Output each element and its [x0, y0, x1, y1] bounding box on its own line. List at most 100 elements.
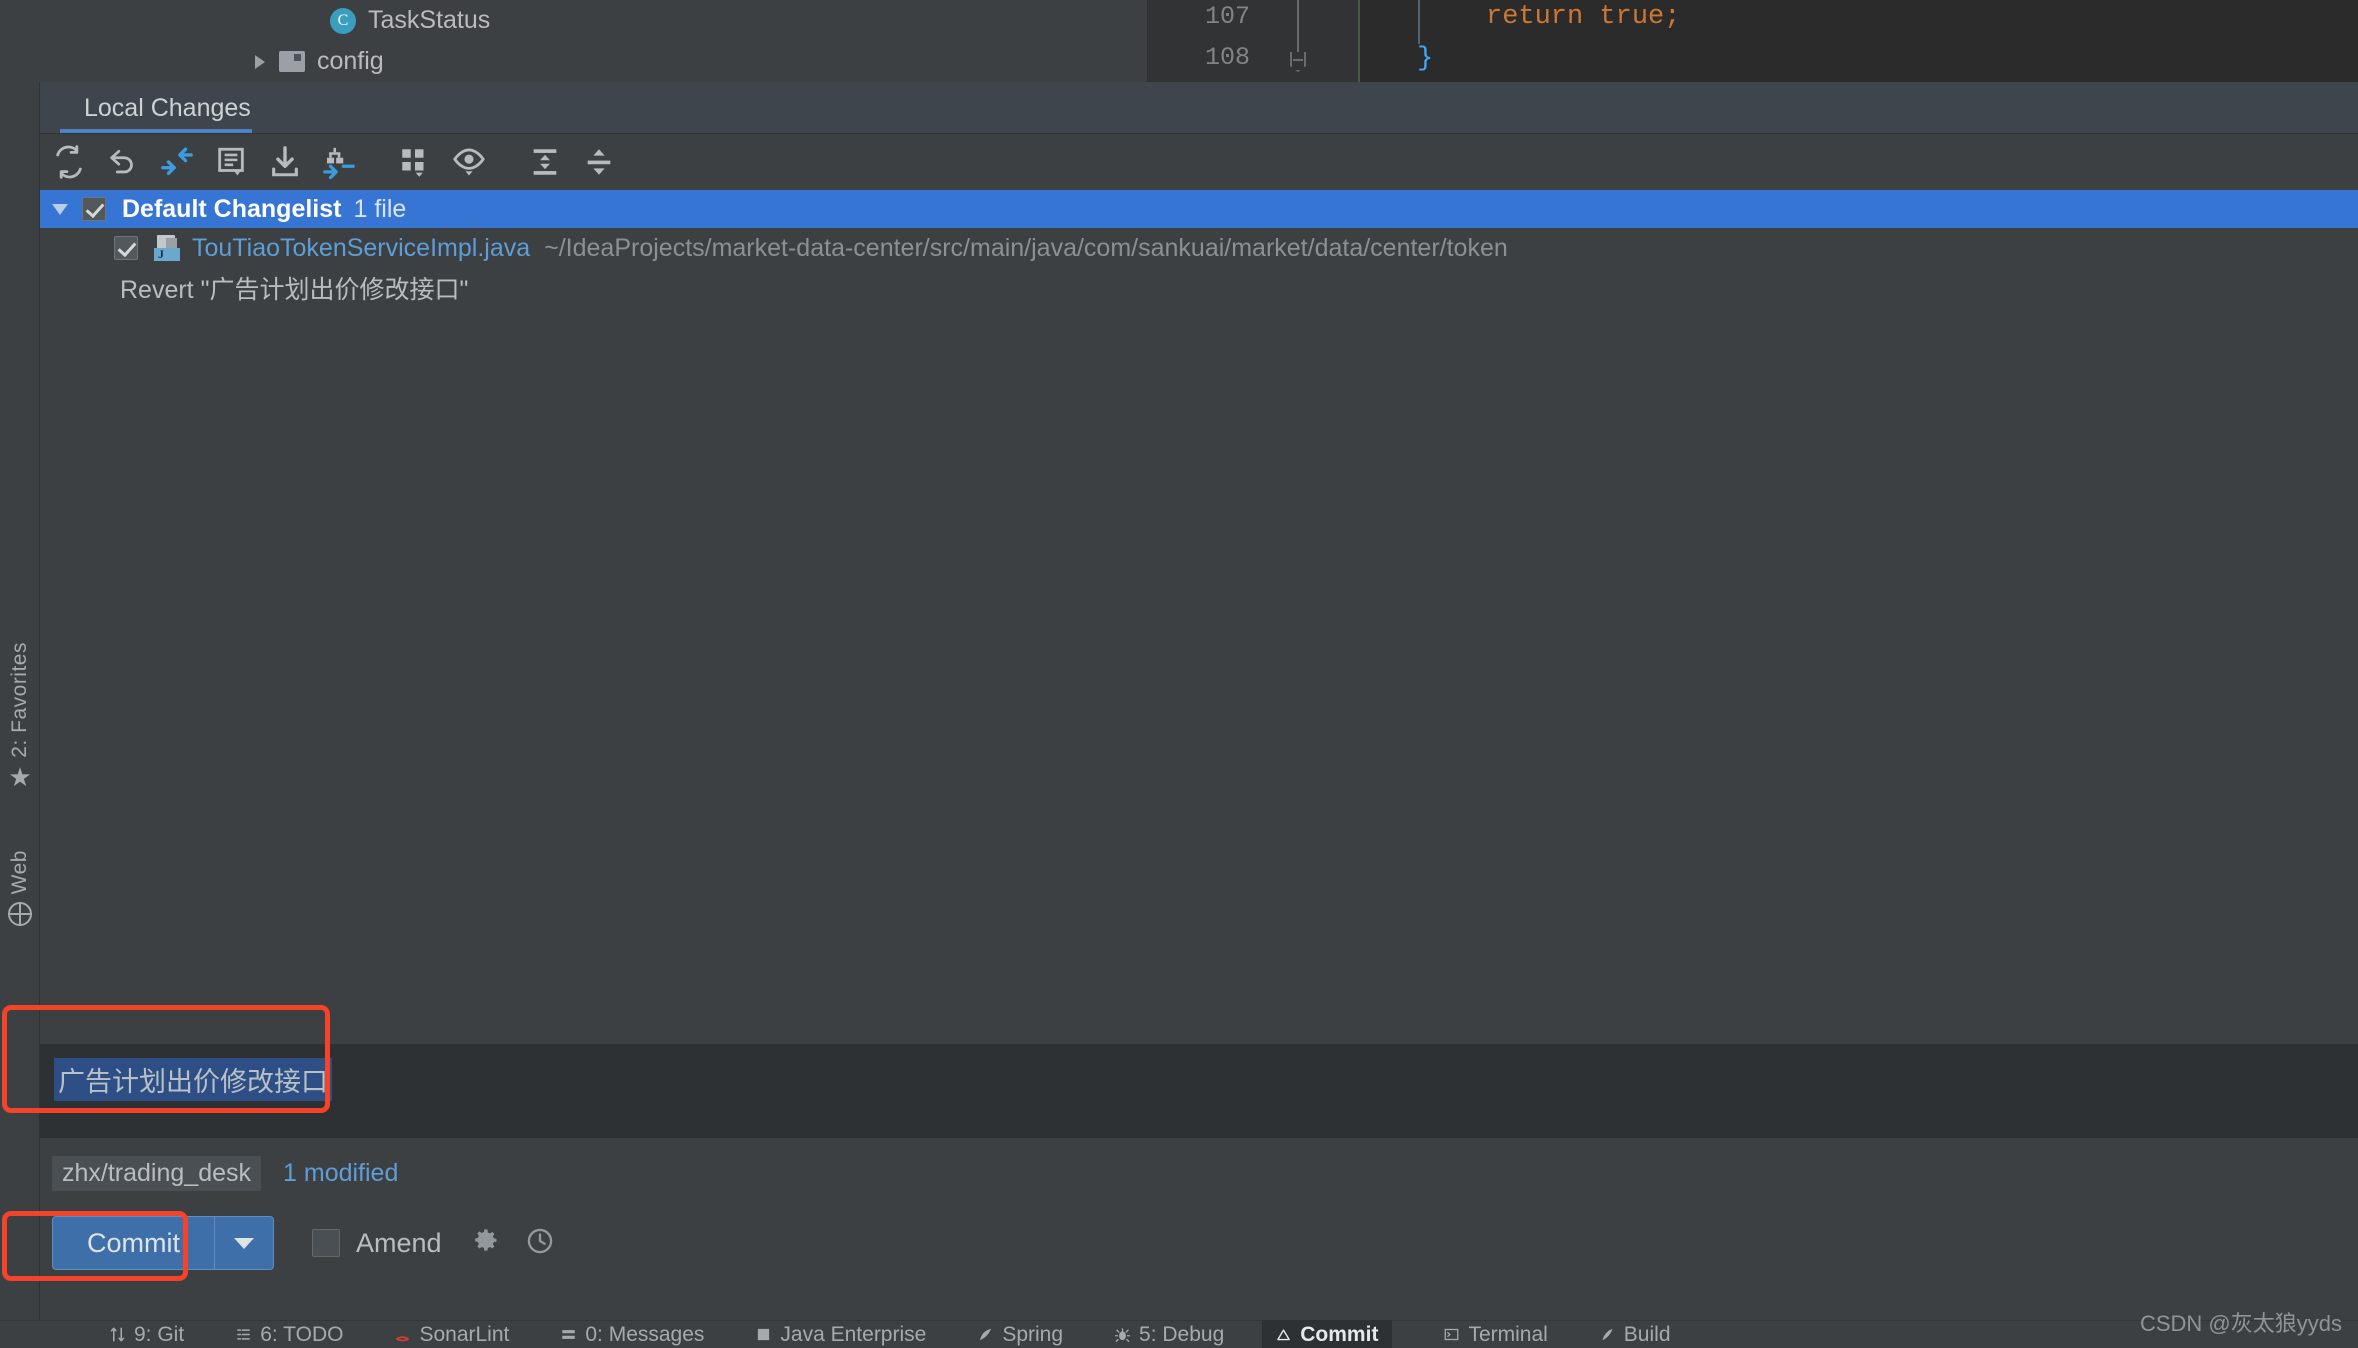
status-item-todo[interactable]: 6: TODO [236, 1323, 343, 1347]
commit-message-input[interactable]: 广告计划出价修改接口 [40, 1044, 2358, 1138]
sonarlint-icon [395, 1327, 410, 1342]
chevron-down-icon[interactable] [52, 203, 68, 215]
status-item-label: Terminal [1468, 1322, 1548, 1346]
gear-icon[interactable] [472, 1227, 500, 1260]
changes-tree[interactable]: Default Changelist 1 file J TouTiaoToken… [40, 190, 2358, 1002]
annotation-gutter [1348, 0, 1360, 82]
folder-icon [279, 51, 305, 72]
chevron-right-icon[interactable] [255, 54, 265, 69]
project-tree-pane: C TaskStatus config [40, 0, 1148, 82]
status-item-messages[interactable]: 0: Messages [561, 1323, 704, 1347]
tree-item-config[interactable]: config [255, 41, 384, 82]
git-icon [110, 1327, 125, 1342]
status-item-label: 6: TODO [260, 1322, 344, 1346]
ide-window: C TaskStatus config 107 108 return true;… [0, 0, 2358, 1348]
tree-item-taskstatus[interactable]: C TaskStatus [330, 0, 490, 41]
sidebar-item-label: 2: Favorites [8, 642, 31, 758]
status-item-java-enterprise[interactable]: Java Enterprise [756, 1323, 926, 1347]
revert-entry-label: Revert "广告计划出价修改接口" [120, 276, 469, 304]
status-item-spring[interactable]: Spring [978, 1323, 1063, 1347]
status-item-label: SonarLint [419, 1322, 510, 1346]
status-bar: 9: Git 6: TODO SonarLint 0: Messages Jav… [0, 1319, 2358, 1348]
java-file-icon: J [154, 235, 180, 261]
commit-message-text: 广告计划出价修改接口 [54, 1058, 332, 1101]
class-icon: C [330, 7, 356, 34]
commit-message-toolbar [40, 1002, 2358, 1044]
status-item-debug[interactable]: 5: Debug [1115, 1323, 1224, 1347]
branch-name[interactable]: zhx/trading_desk [52, 1156, 262, 1191]
fold-dash [1293, 59, 1303, 61]
code-line: return true; [1486, 2, 1681, 32]
vcs-tab-bar: Local Changes [40, 82, 2358, 134]
amend-label: Amend [356, 1227, 442, 1258]
editor-gutter: 107 108 [1148, 0, 1268, 82]
status-item-label: Build [1623, 1322, 1671, 1346]
fold-line [1297, 0, 1299, 52]
debug-icon [1115, 1327, 1131, 1342]
preview-icon[interactable] [444, 137, 494, 187]
changelist-name: Default Changelist [122, 194, 342, 223]
commit-button-label: Commit [87, 1227, 180, 1258]
show-diff-icon[interactable] [206, 137, 256, 187]
revert-entry-row[interactable]: Revert "广告计划出价修改接口" [40, 268, 2358, 308]
file-path: ~/IdeaProjects/market-data-center/src/ma… [544, 233, 1508, 262]
status-item-terminal[interactable]: Terminal [1444, 1322, 1548, 1347]
spring-icon [978, 1327, 993, 1342]
sidebar-item-favorites[interactable]: 2: Favorites ★ [0, 642, 40, 790]
update-icon[interactable] [260, 137, 310, 187]
line-number: 107 [1204, 2, 1250, 31]
commit-row: Commit Amend [52, 1216, 554, 1270]
globe-icon [8, 902, 32, 927]
build-icon [1600, 1327, 1615, 1342]
tab-local-changes[interactable]: Local Changes [60, 82, 275, 134]
status-item-sonarlint[interactable]: SonarLint [395, 1323, 509, 1347]
changelist-checkbox[interactable] [82, 197, 106, 221]
clock-icon[interactable] [526, 1227, 554, 1260]
tree-item-label: TaskStatus [368, 6, 491, 34]
status-item-label: 9: Git [134, 1322, 185, 1346]
tab-label: Local Changes [84, 93, 251, 122]
commit-icon[interactable] [152, 137, 202, 187]
shelve-icon[interactable] [314, 137, 364, 187]
changed-file-row[interactable]: J TouTiaoTokenServiceImpl.java ~/IdeaPro… [40, 228, 2358, 268]
file-name: TouTiaoTokenServiceImpl.java [192, 233, 531, 262]
line-number: 108 [1204, 43, 1250, 72]
commit-button[interactable]: Commit [52, 1216, 274, 1270]
java-ee-icon [756, 1327, 771, 1342]
commit-message-area: 广告计划出价修改接口 [40, 1002, 2358, 1138]
status-item-label: Commit [1300, 1322, 1379, 1346]
fold-gutter[interactable] [1268, 0, 1348, 82]
watermark: CSDN @灰太狼yyds [2139, 1311, 2342, 1336]
status-item-label: Java Enterprise [780, 1322, 927, 1346]
code-fold-icon[interactable] [1290, 52, 1306, 72]
commit-tool-icon [1276, 1327, 1291, 1342]
rollback-icon[interactable] [98, 137, 148, 187]
terminal-icon [1444, 1327, 1459, 1342]
code-editor[interactable]: 107 108 return true; } [1148, 0, 2358, 82]
collapse-all-icon[interactable] [574, 137, 624, 187]
top-strip: C TaskStatus config 107 108 return true;… [0, 0, 2358, 82]
code-line: } [1417, 44, 1434, 74]
status-item-label: Spring [1002, 1322, 1064, 1346]
todo-icon [236, 1327, 251, 1342]
file-checkbox[interactable] [114, 236, 138, 260]
expand-all-icon[interactable] [520, 137, 570, 187]
refresh-icon[interactable] [44, 137, 94, 187]
sidebar-item-web[interactable]: Web [0, 850, 40, 927]
status-item-commit[interactable]: Commit [1262, 1319, 1393, 1348]
star-icon: ★ [8, 761, 32, 792]
sidebar-item-label: Web [8, 850, 31, 895]
left-tool-strip: 2: Favorites ★ Web [0, 82, 40, 1330]
status-item-label: 5: Debug [1139, 1322, 1225, 1346]
changelist-row[interactable]: Default Changelist 1 file [40, 190, 2358, 228]
status-item-label: 0: Messages [585, 1322, 705, 1346]
commit-dropdown-arrow-icon[interactable] [215, 1217, 273, 1269]
code-area[interactable]: return true; } [1360, 0, 2358, 82]
status-item-git[interactable]: 9: Git [110, 1323, 184, 1347]
modified-count[interactable]: 1 modified [283, 1159, 398, 1188]
vcs-toolbar [40, 134, 2358, 190]
status-item-build[interactable]: Build [1600, 1323, 1671, 1347]
group-by-icon[interactable] [390, 137, 440, 187]
amend-checkbox[interactable] [312, 1229, 340, 1257]
changelist-file-count: 1 file [353, 194, 407, 223]
